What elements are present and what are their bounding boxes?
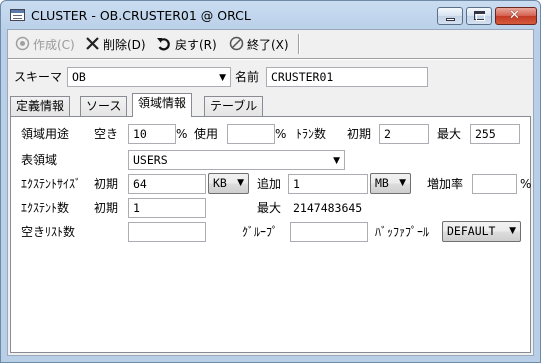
minimize-icon xyxy=(446,18,455,21)
usage-label: 領域用途 xyxy=(21,127,70,141)
tran-initial-label: 初期 xyxy=(347,127,372,141)
increase-input[interactable] xyxy=(472,174,517,194)
exit-button[interactable]: 終了(X) xyxy=(228,35,289,53)
tab-tables-label: テーブル xyxy=(210,99,258,113)
window-app-icon[interactable] xyxy=(10,9,25,21)
chevron-down-icon: ▼ xyxy=(237,178,244,188)
schema-value: OB xyxy=(72,70,86,84)
extent-size-next-value: 1 xyxy=(293,177,300,191)
tran-max-label: 最大 xyxy=(437,127,462,141)
extent-count-max-label: 最大 xyxy=(257,201,282,215)
storage-panel: 領域用途 空き 10 % 使用 % ﾄﾗﾝ数 初期 2 最大 255 表領域 U… xyxy=(10,116,531,353)
delete-icon xyxy=(84,36,100,52)
extent-size-initial-value: 64 xyxy=(133,177,147,191)
create-icon xyxy=(14,36,30,52)
schema-select[interactable]: OB ▼ xyxy=(67,67,231,87)
tab-storage-label: 領域情報 xyxy=(138,96,187,110)
increase-unit: % xyxy=(520,177,532,191)
close-button[interactable]: ✕ xyxy=(495,7,537,25)
tran-label: ﾄﾗﾝ数 xyxy=(296,127,327,141)
chevron-down-icon: ▼ xyxy=(399,178,406,188)
tablespace-label: 表領域 xyxy=(21,153,58,167)
window-title: CLUSTER - OB.CRUSTER01 @ ORCL xyxy=(31,8,251,23)
increase-label: 増加率 xyxy=(427,177,464,191)
chevron-down-icon: ▼ xyxy=(219,73,226,83)
freelist-label: 空きﾘｽﾄ数 xyxy=(21,225,76,239)
tran-max-input[interactable]: 255 xyxy=(470,124,520,144)
tab-source[interactable]: ソース xyxy=(80,96,128,116)
main-window: CLUSTER - OB.CRUSTER01 @ ORCL ✕ 作成(C) 削除… xyxy=(0,0,541,363)
title-bar[interactable]: CLUSTER - OB.CRUSTER01 @ ORCL ✕ xyxy=(1,1,540,29)
extent-count-max-field: 2147483645 xyxy=(288,198,368,218)
delete-label: 削除(D) xyxy=(103,37,146,52)
free-label: 空き xyxy=(94,127,119,141)
exit-icon xyxy=(228,36,244,52)
extent-size-next-input[interactable]: 1 xyxy=(288,174,368,194)
schema-label: スキーマ xyxy=(14,70,63,84)
bufferpool-value: DEFAULT xyxy=(447,224,496,238)
tab-source-label: ソース xyxy=(86,99,122,113)
extent-count-initial-value: 1 xyxy=(133,201,140,215)
tran-initial-input[interactable]: 2 xyxy=(379,124,429,144)
group-label: ｸﾞﾙｰﾌﾟ xyxy=(242,225,279,239)
tab-storage[interactable]: 領域情報 xyxy=(132,93,193,117)
name-label: 名前 xyxy=(235,70,260,84)
free-value: 10 xyxy=(133,127,147,141)
tran-initial-value: 2 xyxy=(384,127,391,141)
used-label: 使用 xyxy=(194,127,219,141)
free-unit: % xyxy=(176,127,188,141)
revert-button[interactable]: 戻す(R) xyxy=(156,35,217,53)
extent-size-initial-label: 初期 xyxy=(94,177,119,191)
extent-size-next-unit: MB xyxy=(375,176,389,190)
tablespace-value: USERS xyxy=(133,153,168,167)
name-value: CRUSTER01 xyxy=(271,70,334,84)
extent-size-initial-unit-select[interactable]: KB ▼ xyxy=(208,173,249,194)
tab-definition-label: 定義情報 xyxy=(16,99,65,113)
revert-label: 戻す(R) xyxy=(175,37,217,52)
tablespace-select[interactable]: USERS ▼ xyxy=(128,150,345,170)
create-button[interactable]: 作成(C) xyxy=(14,35,75,53)
tab-definition[interactable]: 定義情報 xyxy=(10,96,71,116)
maximize-button[interactable] xyxy=(466,7,492,25)
toolbar-separator xyxy=(298,34,300,54)
extent-size-next-label: 追加 xyxy=(257,177,282,191)
used-unit: % xyxy=(275,127,287,141)
close-icon: ✕ xyxy=(509,8,520,23)
toolbar-divider xyxy=(8,58,533,60)
extent-size-label: ｴｸｽﾃﾝﾄｻｲｽﾞ xyxy=(21,177,82,191)
tab-tables[interactable]: テーブル xyxy=(204,96,264,116)
name-input[interactable]: CRUSTER01 xyxy=(266,67,428,87)
create-label: 作成(C) xyxy=(33,37,75,52)
bufferpool-label: ﾊﾞｯﾌｧﾌﾟｰﾙ xyxy=(375,225,430,239)
free-input[interactable]: 10 xyxy=(128,124,176,144)
extent-size-initial-unit: KB xyxy=(213,176,227,190)
undo-icon xyxy=(156,36,172,52)
tran-max-value: 255 xyxy=(475,127,496,141)
bufferpool-select[interactable]: DEFAULT ▼ xyxy=(442,221,521,242)
minimize-button[interactable] xyxy=(437,7,463,25)
exit-label: 終了(X) xyxy=(247,37,289,52)
toolbar: 作成(C) 削除(D) 戻す(R) 終了(X) xyxy=(8,30,533,58)
extent-count-max-value: 2147483645 xyxy=(293,201,363,215)
extent-size-initial-input[interactable]: 64 xyxy=(128,174,206,194)
extent-count-initial-input[interactable]: 1 xyxy=(128,198,206,218)
group-input[interactable] xyxy=(290,222,368,242)
used-input[interactable] xyxy=(227,124,275,144)
extent-count-label: ｴｸｽﾃﾝﾄ数 xyxy=(21,201,70,215)
client-area: 作成(C) 削除(D) 戻す(R) 終了(X) スキーマ OB ▼ 名前 CRU… xyxy=(7,29,534,356)
extent-count-initial-label: 初期 xyxy=(94,201,119,215)
chevron-down-icon: ▼ xyxy=(333,156,340,166)
chevron-down-icon: ▼ xyxy=(509,226,516,236)
maximize-icon xyxy=(474,11,485,21)
delete-button[interactable]: 削除(D) xyxy=(84,35,146,53)
freelist-input[interactable] xyxy=(128,222,206,242)
extent-size-next-unit-select[interactable]: MB ▼ xyxy=(370,173,411,194)
